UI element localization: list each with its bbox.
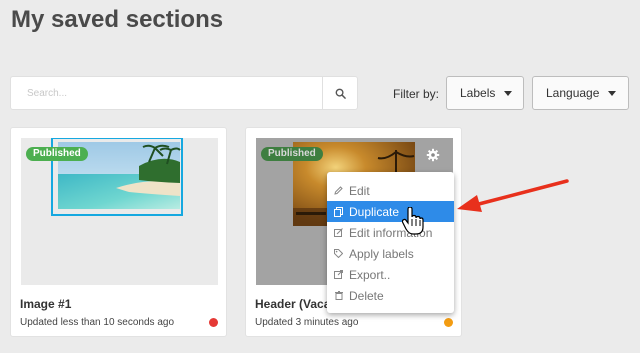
export-icon bbox=[334, 270, 343, 280]
search-icon bbox=[335, 88, 346, 99]
section-card[interactable]: Published Image #1 Updated less than 10 … bbox=[10, 127, 227, 337]
language-dropdown[interactable]: Language bbox=[532, 76, 629, 110]
menu-item-edit-information[interactable]: Edit information bbox=[327, 222, 454, 243]
hand-cursor-icon bbox=[402, 207, 424, 235]
tag-icon bbox=[334, 249, 343, 259]
labels-dropdown[interactable]: Labels bbox=[446, 76, 524, 110]
copy-icon bbox=[334, 206, 343, 217]
filter-label: Filter by: bbox=[393, 87, 440, 101]
context-menu: Edit Duplicate Edit information Apply la… bbox=[327, 172, 454, 313]
labels-dropdown-label: Labels bbox=[460, 86, 496, 100]
menu-item-label: Delete bbox=[349, 288, 384, 303]
card-updated: Updated 3 minutes ago bbox=[255, 317, 359, 328]
gear-icon[interactable] bbox=[425, 147, 441, 163]
annotation-arrow bbox=[457, 179, 569, 212]
menu-item-delete[interactable]: Delete bbox=[327, 285, 454, 306]
menu-item-export[interactable]: Export.. bbox=[327, 264, 454, 285]
status-dot bbox=[209, 318, 218, 327]
trash-icon bbox=[334, 291, 343, 301]
pencil-icon bbox=[334, 186, 343, 196]
language-dropdown-label: Language bbox=[546, 86, 600, 100]
menu-item-label: Edit bbox=[349, 183, 370, 198]
menu-item-label: Export.. bbox=[349, 267, 391, 282]
menu-item-label: Duplicate bbox=[349, 204, 400, 219]
caret-down-icon bbox=[608, 90, 617, 96]
menu-item-duplicate[interactable]: Duplicate bbox=[327, 201, 454, 222]
edit-info-icon bbox=[334, 228, 343, 238]
status-badge: Published bbox=[261, 147, 323, 161]
caret-down-icon bbox=[504, 90, 513, 96]
status-badge: Published bbox=[26, 147, 88, 161]
search-input[interactable] bbox=[11, 77, 323, 109]
menu-item-apply-labels[interactable]: Apply labels bbox=[327, 243, 454, 264]
menu-item-label: Apply labels bbox=[349, 246, 414, 261]
menu-item-edit[interactable]: Edit bbox=[327, 180, 454, 201]
page-title: My saved sections bbox=[11, 6, 224, 33]
card-title[interactable]: Image #1 bbox=[20, 297, 150, 311]
card-updated: Updated less than 10 seconds ago bbox=[20, 317, 174, 328]
status-dot bbox=[444, 318, 453, 327]
search-button[interactable] bbox=[322, 77, 357, 109]
search-box bbox=[10, 76, 358, 110]
